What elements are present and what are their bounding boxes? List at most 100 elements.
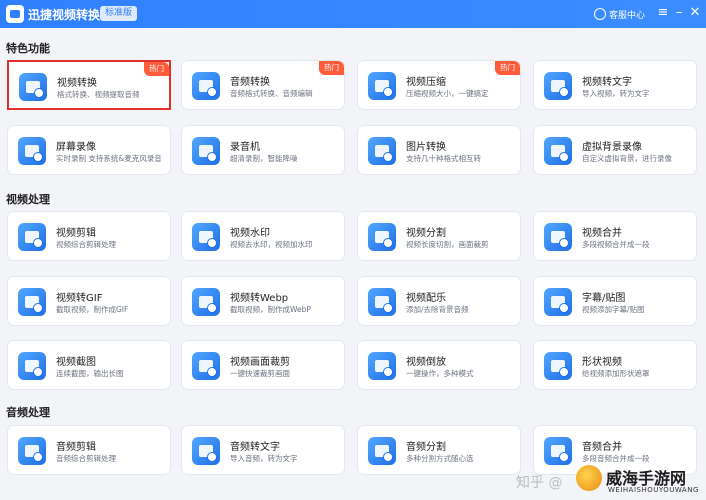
video-music-icon xyxy=(368,288,396,316)
virtual-background-icon xyxy=(544,137,572,165)
screen-record-icon xyxy=(18,137,46,165)
watermark-logo-icon xyxy=(576,465,602,491)
card-name: 音频剪辑 xyxy=(56,442,96,453)
card-video-reverse[interactable]: 视频倒放 一键操作，多种模式 xyxy=(357,340,521,390)
video-reverse-icon xyxy=(368,352,396,380)
card-virtual-background[interactable]: 虚拟背景录像 自定义虚拟背景，进行录像 xyxy=(533,125,697,175)
card-name: 视频压缩 xyxy=(406,77,446,88)
card-name: 音频合并 xyxy=(582,442,622,453)
hot-badge: 热门 xyxy=(319,61,344,75)
section-title-featured: 特色功能 xyxy=(6,42,50,55)
card-desc: 给视频添加形状遮罩 xyxy=(582,369,650,378)
card-desc: 视频去水印，视频加水印 xyxy=(230,240,313,249)
card-video-split[interactable]: 视频分割 视频长度切割，画面裁剪 xyxy=(357,211,521,261)
card-desc: 视频添加字幕/贴图 xyxy=(582,305,645,314)
card-name: 视频分割 xyxy=(406,228,446,239)
card-desc: 多种分割方式随心选 xyxy=(406,454,474,463)
version-badge: 标准版 xyxy=(100,6,138,21)
card-subtitle-sticker[interactable]: 字幕/贴图 视频添加字幕/贴图 xyxy=(533,276,697,326)
card-audio-convert[interactable]: 音频转换 音频格式转换、音频编辑 热门 xyxy=(181,60,345,110)
card-name: 音频转换 xyxy=(230,77,270,88)
card-video-convert[interactable]: 视频转换 格式转换、视频提取音频 热门 xyxy=(7,60,171,110)
card-name: 图片转换 xyxy=(406,142,446,153)
video-merge-icon xyxy=(544,223,572,251)
card-name: 形状视频 xyxy=(582,357,622,368)
card-desc: 导入视频，转为文字 xyxy=(582,89,650,98)
card-desc: 压缩视频大小，一键搞定 xyxy=(406,89,489,98)
card-video-to-gif[interactable]: 视频转GIF 截取视频，制作成GIF xyxy=(7,276,171,326)
card-desc: 一键操作，多种模式 xyxy=(406,369,474,378)
card-name: 视频合并 xyxy=(582,228,622,239)
card-shape-video[interactable]: 形状视频 给视频添加形状遮罩 xyxy=(533,340,697,390)
card-video-edit[interactable]: 视频剪辑 视频综合剪辑处理 xyxy=(7,211,171,261)
image-convert-icon xyxy=(368,137,396,165)
card-recorder[interactable]: 录音机 超清录制，智能降噪 xyxy=(181,125,345,175)
title-bar: 迅捷视频转换器 标准版 客服中心 ≡ – ✕ xyxy=(0,0,706,28)
audio-edit-icon xyxy=(18,437,46,465)
card-name: 屏幕录像 xyxy=(56,142,96,153)
card-video-crop[interactable]: 视频画面裁剪 一键快速裁剪画面 xyxy=(181,340,345,390)
card-desc: 支持几十种格式相互转 xyxy=(406,154,481,163)
card-desc: 自定义虚拟背景，进行录像 xyxy=(582,154,672,163)
card-video-to-text[interactable]: 视频转文字 导入视频，转为文字 xyxy=(533,60,697,110)
card-name: 视频画面裁剪 xyxy=(230,357,290,368)
star-icon xyxy=(544,288,572,316)
card-name: 视频剪辑 xyxy=(56,228,96,239)
close-button[interactable]: ✕ xyxy=(686,4,704,22)
card-screen-record[interactable]: 屏幕录像 实时录制 支持系统&麦克风录音 xyxy=(7,125,171,175)
card-desc: 视频长度切割，画面裁剪 xyxy=(406,240,489,249)
audio-to-text-icon xyxy=(192,437,220,465)
card-name: 视频倒放 xyxy=(406,357,446,368)
customer-service-icon[interactable] xyxy=(594,8,606,20)
card-audio-edit[interactable]: 音频剪辑 音频综合剪辑处理 xyxy=(7,425,171,475)
card-name: 录音机 xyxy=(230,142,260,153)
hot-badge: 热门 xyxy=(144,62,169,76)
card-name: 视频转文字 xyxy=(582,77,632,88)
video-split-icon xyxy=(368,223,396,251)
card-name: 视频配乐 xyxy=(406,293,446,304)
video-edit-icon xyxy=(18,223,46,251)
customer-service-link[interactable]: 客服中心 xyxy=(609,8,645,21)
crop-icon xyxy=(18,352,46,380)
card-name: 视频转换 xyxy=(57,78,97,89)
section-title-video: 视频处理 xyxy=(6,193,50,206)
card-name: 视频水印 xyxy=(230,228,270,239)
card-video-to-webp[interactable]: 视频转Webp 截取视频，制作成WebP xyxy=(181,276,345,326)
shape-video-icon xyxy=(544,352,572,380)
app-logo-icon xyxy=(6,5,24,23)
card-desc: 多段视频合并成一段 xyxy=(582,240,650,249)
card-name: 字幕/贴图 xyxy=(582,293,626,304)
card-name: 虚拟背景录像 xyxy=(582,142,642,153)
card-image-convert[interactable]: 图片转换 支持几十种格式相互转 xyxy=(357,125,521,175)
card-desc: 音频格式转换、音频编辑 xyxy=(230,89,313,98)
video-crop-icon xyxy=(192,352,220,380)
audio-merge-icon xyxy=(544,437,572,465)
recorder-icon xyxy=(192,137,220,165)
card-name: 音频分割 xyxy=(406,442,446,453)
webp-icon xyxy=(192,288,220,316)
gif-icon xyxy=(18,288,46,316)
video-compress-icon xyxy=(368,72,396,100)
watermark-brand-en: WEIHAISHOUYOUWANG xyxy=(608,486,699,494)
card-desc: 一键快速裁剪画面 xyxy=(230,369,290,378)
card-desc: 格式转换、视频提取音频 xyxy=(57,90,140,99)
card-video-merge[interactable]: 视频合并 多段视频合并成一段 xyxy=(533,211,697,261)
card-desc: 添加/去除背景音频 xyxy=(406,305,469,314)
card-desc: 视频综合剪辑处理 xyxy=(56,240,116,249)
card-name: 音频转文字 xyxy=(230,442,280,453)
audio-split-icon xyxy=(368,437,396,465)
card-desc: 截取视频，制作成GIF xyxy=(56,305,129,314)
card-video-screenshot[interactable]: 视频截图 连续截图，输出长图 xyxy=(7,340,171,390)
audio-convert-icon xyxy=(192,72,220,100)
card-audio-to-text[interactable]: 音频转文字 导入音频，转为文字 xyxy=(181,425,345,475)
watermark-zhihu: 知乎 @ xyxy=(516,475,563,491)
card-video-compress[interactable]: 视频压缩 压缩视频大小，一键搞定 热门 xyxy=(357,60,521,110)
card-audio-split[interactable]: 音频分割 多种分割方式随心选 xyxy=(357,425,521,475)
hot-badge: 热门 xyxy=(495,61,520,75)
card-desc: 音频综合剪辑处理 xyxy=(56,454,116,463)
card-video-music[interactable]: 视频配乐 添加/去除背景音频 xyxy=(357,276,521,326)
card-video-watermark[interactable]: 视频水印 视频去水印，视频加水印 xyxy=(181,211,345,261)
card-name: 视频转Webp xyxy=(230,293,289,304)
video-to-text-icon xyxy=(544,72,572,100)
card-desc: 实时录制 支持系统&麦克风录音 xyxy=(56,154,162,163)
